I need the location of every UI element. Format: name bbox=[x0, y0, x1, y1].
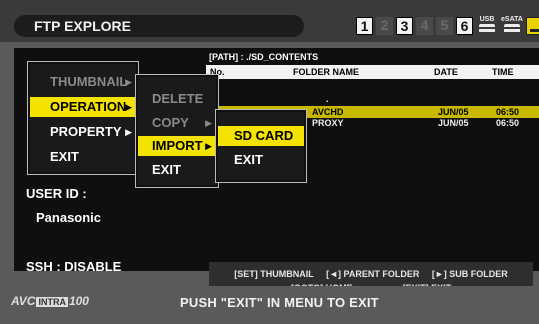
main-menu: THUMBNAIL ▶ OPERATION ▶ PROPERTY ▶ EXIT bbox=[28, 62, 138, 174]
submenu-arrow-icon: ▶ bbox=[205, 141, 212, 151]
slot-3-indicator: 3 bbox=[396, 17, 413, 35]
user-id-value: Panasonic bbox=[36, 210, 102, 225]
slot-1-indicator: 1 bbox=[356, 17, 373, 35]
column-date: DATE bbox=[434, 67, 458, 77]
folder-date: JUN/05 bbox=[438, 107, 469, 117]
menu-item-exit[interactable]: EXIT bbox=[30, 147, 136, 167]
submenu-arrow-icon: ▶ bbox=[125, 127, 132, 137]
folder-date: JUN/05 bbox=[438, 118, 469, 128]
ssh-status: SSH : DISABLE bbox=[26, 259, 122, 274]
column-folder-name: FOLDER NAME bbox=[293, 67, 359, 77]
status-message: PUSH "EXIT" IN MENU TO EXIT bbox=[180, 295, 379, 310]
menu-item-exit[interactable]: EXIT bbox=[138, 160, 216, 180]
slot-2-indicator: 2 bbox=[376, 17, 393, 35]
operation-submenu: DELETE COPY ▶ IMPORT ▶ EXIT bbox=[136, 75, 218, 187]
screen-title: FTP EXPLORE bbox=[14, 15, 304, 37]
import-submenu: SD CARD EXIT bbox=[216, 110, 306, 182]
column-time: TIME bbox=[492, 67, 514, 77]
sd-card-icon bbox=[526, 17, 539, 35]
help-line-1: [SET] THUMBNAIL [◄] PARENT FOLDER [►] SU… bbox=[234, 269, 508, 279]
parent-folder-entry[interactable]: . bbox=[326, 94, 329, 104]
submenu-arrow-icon: ▶ bbox=[125, 102, 132, 112]
submenu-arrow-icon: ▶ bbox=[205, 118, 212, 128]
user-id-label: USER ID : bbox=[26, 186, 87, 201]
submenu-arrow-icon: ▶ bbox=[125, 77, 132, 87]
folder-name: AVCHD bbox=[312, 107, 344, 117]
folder-time: 06:50 bbox=[496, 107, 520, 117]
menu-item-delete[interactable]: DELETE bbox=[138, 89, 216, 109]
slot-6-indicator: 6 bbox=[456, 17, 473, 35]
menu-item-copy[interactable]: COPY ▶ bbox=[138, 113, 216, 133]
slot-indicators: 1 2 3 4 5 6 USB eSATA bbox=[356, 14, 539, 38]
menu-item-exit[interactable]: EXIT bbox=[218, 150, 304, 170]
folder-name: PROXY bbox=[312, 118, 344, 128]
file-list-header: No. FOLDER NAME DATE TIME bbox=[206, 65, 539, 79]
menu-item-import[interactable]: IMPORT ▶ bbox=[138, 136, 216, 156]
menu-item-operation[interactable]: OPERATION ▶ bbox=[30, 97, 136, 117]
slot-4-indicator: 4 bbox=[416, 17, 433, 35]
menu-item-sd-card[interactable]: SD CARD bbox=[218, 126, 304, 146]
menu-item-thumbnail[interactable]: THUMBNAIL ▶ bbox=[30, 72, 136, 92]
menu-item-property[interactable]: PROPERTY ▶ bbox=[30, 122, 136, 142]
usb-drive-icon: USB bbox=[476, 16, 498, 36]
path-display: [PATH] : ./SD_CONTENTS bbox=[209, 52, 319, 62]
folder-time: 06:50 bbox=[496, 118, 520, 128]
avc-intra-logo: AVC INTRA 100 bbox=[11, 294, 89, 308]
slot-5-indicator: 5 bbox=[436, 17, 453, 35]
esata-drive-icon: eSATA bbox=[501, 16, 523, 36]
